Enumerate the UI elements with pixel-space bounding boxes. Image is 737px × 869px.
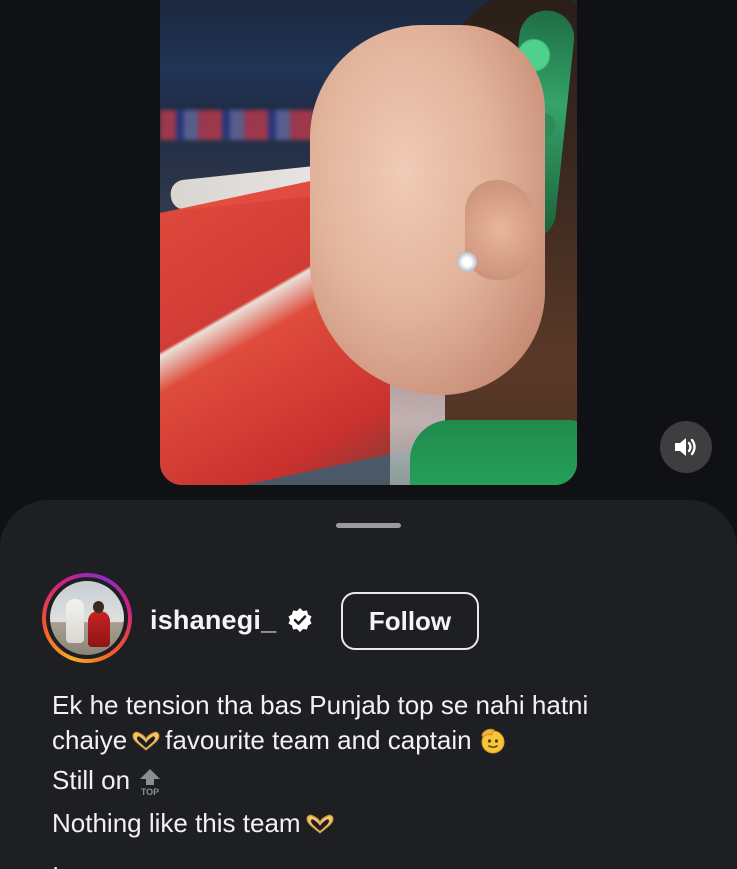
avatar-head <box>93 601 104 613</box>
caption-line-3: Still on TOP <box>52 763 712 806</box>
follow-button[interactable]: Follow <box>341 592 479 650</box>
speaker-icon <box>675 438 696 456</box>
caption-line-2: chaiye favourite team and captain <box>52 723 712 763</box>
caption-text: Still on <box>52 765 131 795</box>
avatar[interactable] <box>50 581 124 655</box>
top-arrow-label: TOP <box>141 787 159 797</box>
caption-text: chaiye <box>52 725 128 755</box>
top-arrow-icon: TOP <box>136 767 164 806</box>
sheet-drag-handle[interactable] <box>336 523 401 528</box>
avatar-person <box>88 611 110 647</box>
avatar-border <box>46 577 128 659</box>
story-ring[interactable] <box>42 573 132 663</box>
username[interactable]: ishanegi_ <box>150 605 276 636</box>
verified-badge-icon <box>288 608 312 632</box>
reel-viewer: ishanegi_ Follow Ek he tension tha bas P… <box>0 0 737 869</box>
heart-hands-icon <box>131 726 161 761</box>
sound-toggle-button[interactable] <box>660 421 712 473</box>
heart-hands-icon <box>305 809 335 844</box>
caption-line-4: Nothing like this team <box>52 806 712 844</box>
earring <box>457 252 477 272</box>
saluting-face-icon <box>478 726 506 763</box>
caption-text: favourite team and captain <box>165 725 472 755</box>
caption-text: Nothing like this team <box>52 808 301 838</box>
green-jersey <box>410 420 577 485</box>
caption-line-1: Ek he tension tha bas Punjab top se nahi… <box>52 690 589 720</box>
post-caption: Ek he tension tha bas Punjab top se nahi… <box>52 688 712 869</box>
caption-line-5: . <box>52 846 60 869</box>
avatar-horse <box>66 599 84 643</box>
reel-video[interactable] <box>160 0 577 485</box>
